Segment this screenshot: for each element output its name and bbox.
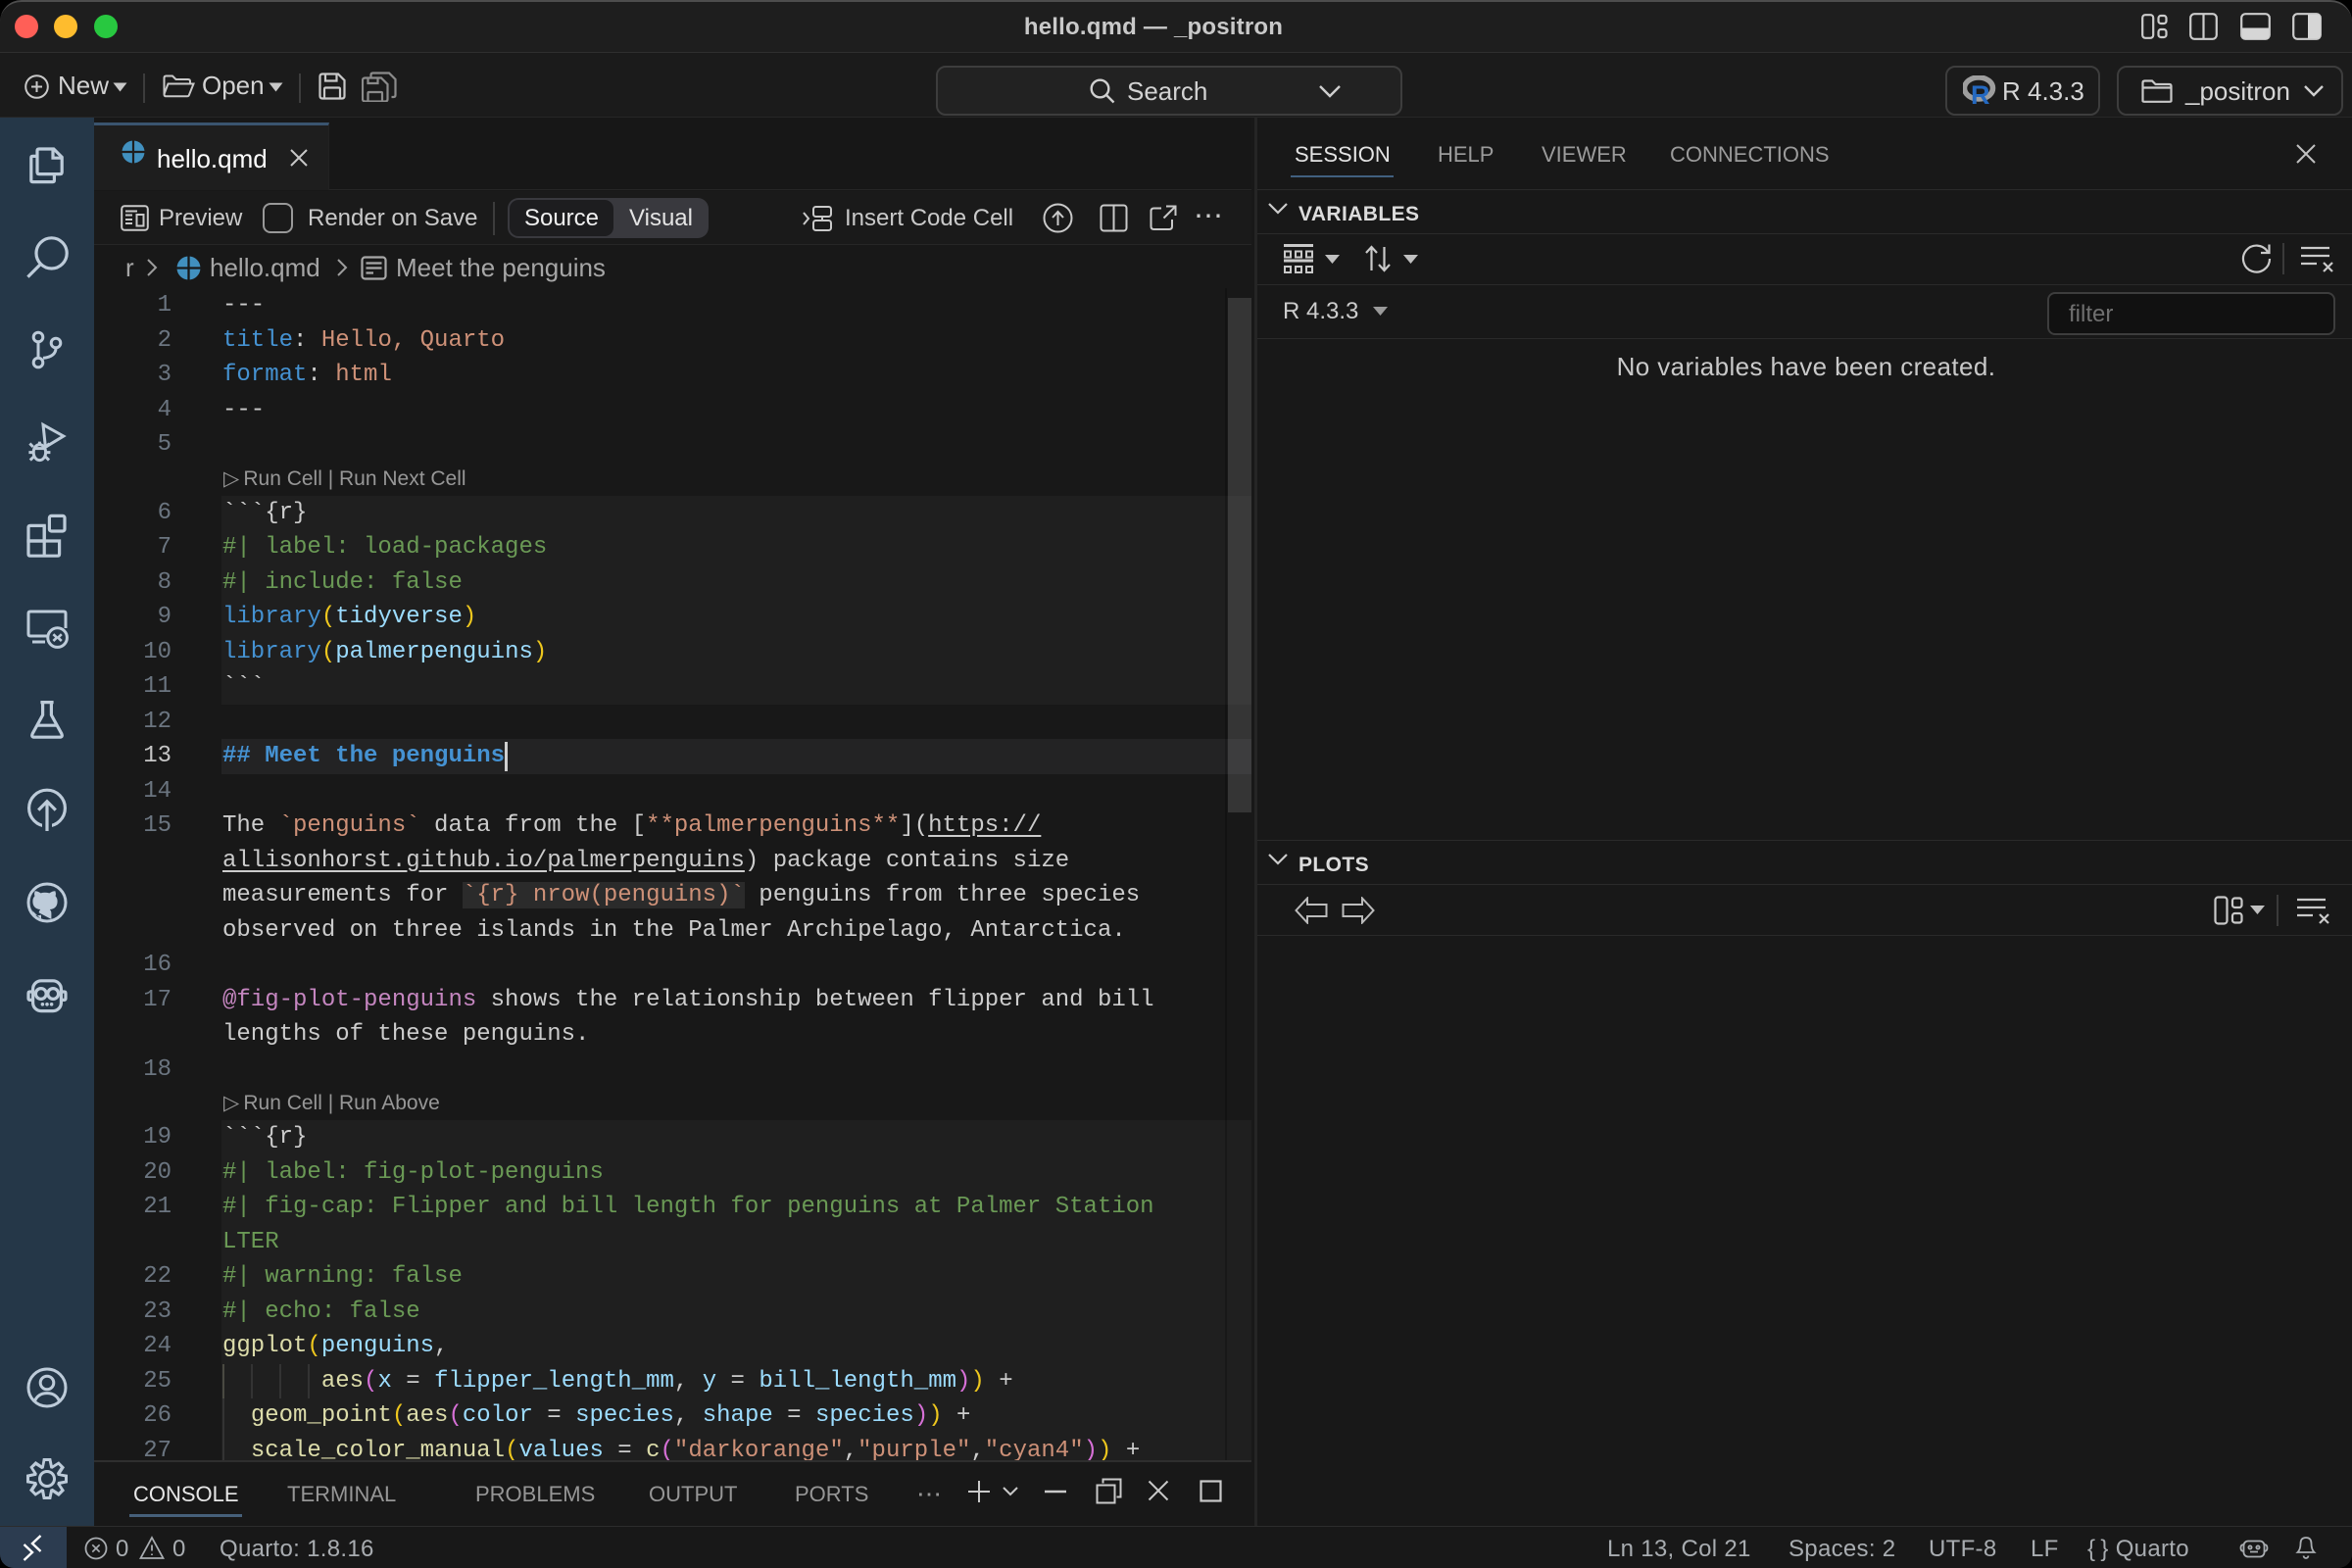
svg-text:R: R	[1971, 80, 1990, 107]
